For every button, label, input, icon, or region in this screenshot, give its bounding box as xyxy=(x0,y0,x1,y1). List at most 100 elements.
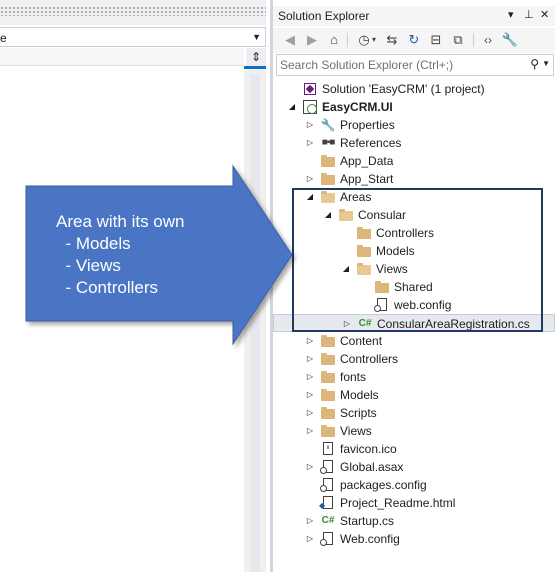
tree-item[interactable]: packages.config xyxy=(273,476,555,494)
collapsed-arrow-icon[interactable]: ▷ xyxy=(304,368,316,386)
folder-icon xyxy=(320,153,336,169)
pin-icon[interactable]: ⊥ xyxy=(524,8,534,21)
tree-item[interactable]: App_Data xyxy=(273,152,555,170)
chevron-down-icon[interactable]: ▾ xyxy=(369,31,379,49)
tree-item-label: EasyCRM.UI xyxy=(322,100,393,114)
editor-title-strip xyxy=(0,0,266,25)
areas-highlight-box xyxy=(292,188,543,332)
home-icon[interactable]: ⌂ xyxy=(325,31,343,49)
collapsed-arrow-icon[interactable]: ▷ xyxy=(304,386,316,404)
tree-item[interactable]: Project_Readme.html xyxy=(273,494,555,512)
tree-item[interactable]: ▷ Web.config xyxy=(273,530,555,548)
tree-item-label: favicon.ico xyxy=(340,442,397,456)
close-icon[interactable]: ✕ xyxy=(540,8,549,21)
tree-item[interactable]: ◢ EasyCRM.UI xyxy=(273,98,555,116)
collapsed-arrow-icon[interactable]: ▷ xyxy=(304,332,316,350)
sync-icon[interactable]: ⇆ xyxy=(383,31,401,49)
tree-item[interactable]: ▷ 🔧 Properties xyxy=(273,116,555,134)
callout-line: - Models xyxy=(56,234,131,253)
search-icon[interactable]: ⚲ xyxy=(530,57,539,71)
toolbar-separator xyxy=(473,33,474,47)
tree-item[interactable]: ▷ App_Start xyxy=(273,170,555,188)
asax-file-icon xyxy=(320,459,336,475)
tree-item[interactable]: ▷ Views xyxy=(273,422,555,440)
solution-explorer-titlebar: Solution Explorer ▾ ⊥ ✕ xyxy=(273,6,555,26)
tree-item-label: Views xyxy=(340,424,372,438)
chevron-down-icon: ▼ xyxy=(252,32,261,42)
tree-item[interactable]: ▷ fonts xyxy=(273,368,555,386)
tree-item-label: Global.asax xyxy=(340,460,404,474)
tree-item[interactable]: ▷ Global.asax xyxy=(273,458,555,476)
search-box[interactable]: ⚲ ▼ xyxy=(276,54,554,76)
chevron-down-icon[interactable]: ▼ xyxy=(542,59,550,68)
tree-item-label: Content xyxy=(340,334,383,348)
folder-icon xyxy=(320,369,336,385)
web-project-icon xyxy=(302,99,318,115)
collapse-all-icon[interactable]: ⊟ xyxy=(427,31,445,49)
tree-item-label: Solution 'EasyCRM' (1 project) xyxy=(322,82,485,96)
tree-item[interactable]: ▷ ■▪■ References xyxy=(273,134,555,152)
tree-item-label: Models xyxy=(340,388,379,402)
collapsed-arrow-icon[interactable]: ▷ xyxy=(304,350,316,368)
search-input[interactable] xyxy=(280,57,520,73)
editor-header-bar xyxy=(0,48,244,66)
solution-icon xyxy=(302,81,318,97)
tree-item-label: Web.config xyxy=(340,532,400,546)
code-editor[interactable] xyxy=(0,66,244,572)
refresh-icon[interactable]: ↻ xyxy=(405,31,423,49)
tree-item-label: Startup.cs xyxy=(340,514,395,528)
html-file-icon xyxy=(319,495,336,511)
collapsed-arrow-icon[interactable]: ▷ xyxy=(304,116,316,134)
panel-title: Solution Explorer xyxy=(278,9,370,23)
editor-navigation-dropdown[interactable]: e ▼ xyxy=(0,27,266,47)
active-indicator xyxy=(244,66,266,69)
tree-item-label: fonts xyxy=(340,370,367,384)
dropdown-icon[interactable]: ▾ xyxy=(508,8,514,21)
tree-item-label: Controllers xyxy=(340,352,399,366)
config-file-icon xyxy=(320,531,336,547)
expanded-arrow-icon[interactable]: ◢ xyxy=(286,98,298,116)
references-icon: ■▪■ xyxy=(321,137,336,148)
show-all-files-icon[interactable]: ⧉ xyxy=(449,31,467,49)
navigation-dropdown-text: e xyxy=(0,31,7,45)
tree-item[interactable]: ▷ Models xyxy=(273,386,555,404)
forward-icon[interactable]: ▶ xyxy=(303,31,321,49)
tree-item-label: Scripts xyxy=(340,406,377,420)
callout-line: Area with its own xyxy=(56,212,185,231)
config-file-icon xyxy=(320,477,336,493)
properties-icon[interactable]: 🔧 xyxy=(501,31,519,49)
folder-icon xyxy=(320,351,336,367)
csharp-file-icon: C# xyxy=(321,515,335,526)
collapsed-arrow-icon[interactable]: ▷ xyxy=(304,458,316,476)
folder-icon xyxy=(320,171,336,187)
tree-item[interactable]: ▷ Scripts xyxy=(273,404,555,422)
tree-item[interactable]: ▷ Controllers xyxy=(273,350,555,368)
collapsed-arrow-icon[interactable]: ▷ xyxy=(304,170,316,188)
icon-file-icon: x xyxy=(320,441,336,457)
tree-item[interactable]: x favicon.ico xyxy=(273,440,555,458)
collapsed-arrow-icon[interactable]: ▷ xyxy=(304,404,316,422)
solution-explorer-toolbar: ◀ ▶ ⌂ ◷ ▾ ⇆ ↻ ⊟ ⧉ ‹› 🔧 xyxy=(273,28,555,53)
callout-line: - Views xyxy=(56,256,121,275)
collapsed-arrow-icon[interactable]: ▷ xyxy=(304,134,316,152)
folder-icon xyxy=(320,387,336,403)
tree-item[interactable]: Solution 'EasyCRM' (1 project) xyxy=(273,80,555,98)
folder-icon xyxy=(320,423,336,439)
folder-icon xyxy=(320,333,336,349)
collapsed-arrow-icon[interactable]: ▷ xyxy=(304,422,316,440)
tree-item-label: App_Data xyxy=(340,154,394,168)
vertical-scrollbar[interactable] xyxy=(244,70,266,572)
toolbar-separator xyxy=(347,33,348,47)
back-icon[interactable]: ◀ xyxy=(281,31,299,49)
callout-line: - Controllers xyxy=(56,278,159,297)
collapsed-arrow-icon[interactable]: ▷ xyxy=(304,530,316,548)
scrollbar-thumb[interactable] xyxy=(250,74,260,572)
tree-item-label: Properties xyxy=(340,118,395,132)
wrench-icon: 🔧 xyxy=(320,118,336,132)
view-code-icon[interactable]: ‹› xyxy=(479,31,497,49)
tree-item[interactable]: ▷ Content xyxy=(273,332,555,350)
tree-item-label: References xyxy=(340,136,402,150)
tree-item[interactable]: ▷ C# Startup.cs xyxy=(273,512,555,530)
split-editor-icon[interactable]: ⇕ xyxy=(246,48,266,66)
collapsed-arrow-icon[interactable]: ▷ xyxy=(304,512,316,530)
